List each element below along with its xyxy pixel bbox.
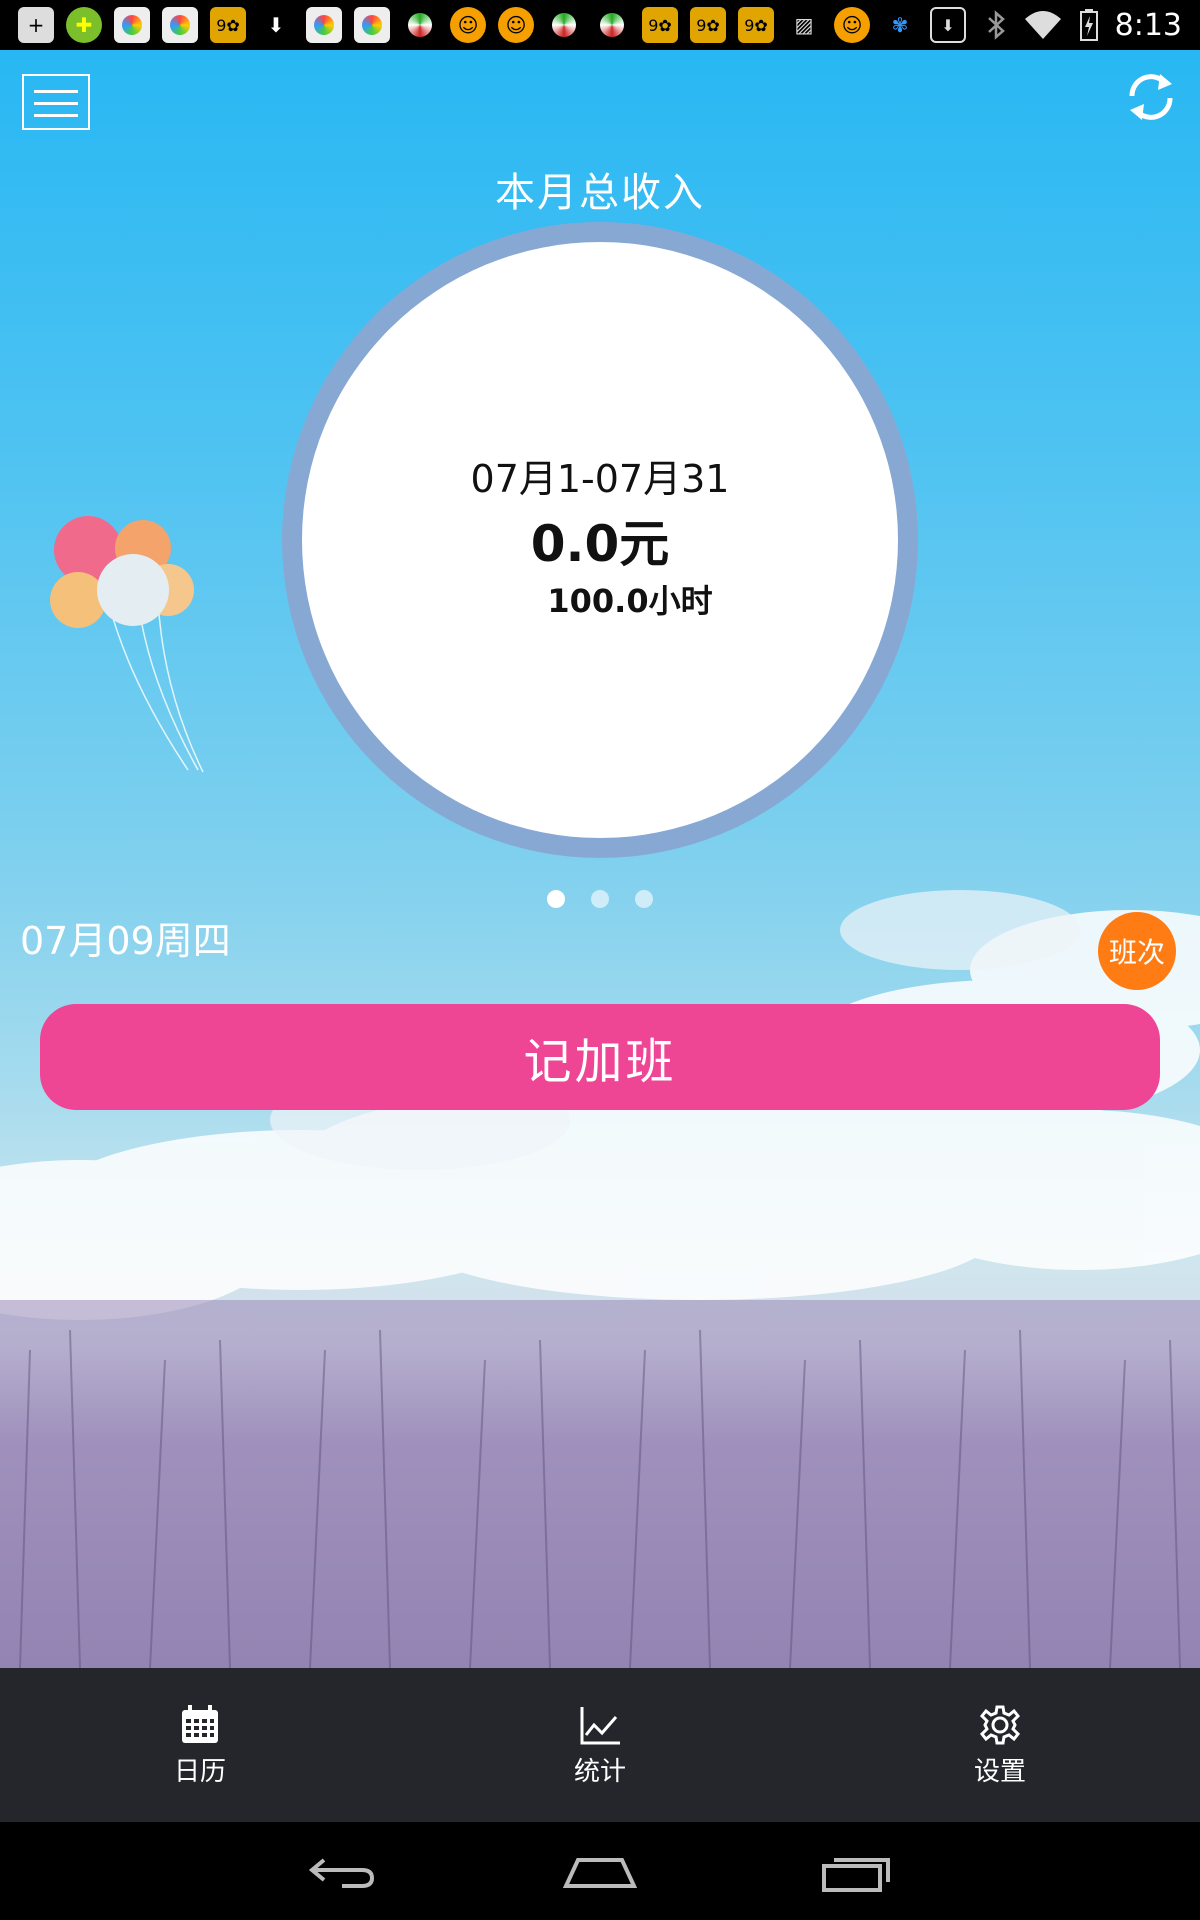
app-icon: ☺ [450,7,486,43]
app-icon: ☺ [834,7,870,43]
app-icon: 9✿ [738,7,774,43]
record-overtime-button[interactable]: 记加班 [40,1004,1160,1110]
app-icon: 9✿ [690,7,726,43]
home-icon[interactable] [560,1846,640,1896]
app-icon: 9✿ [642,7,678,43]
page-dot-1[interactable] [547,890,565,908]
bottom-tab-bar: 日历 统计 设置 [0,1668,1200,1822]
app-icon [546,7,582,43]
monthly-income-title: 本月总收入 [495,170,705,216]
page-dot-2[interactable] [591,890,609,908]
clock: 8:13 [1114,7,1182,43]
tab-settings[interactable]: 设置 [800,1668,1200,1822]
download-icon: ⬇ [267,13,285,37]
date-range: 07月1-07月31 [470,457,730,501]
app-icon [306,7,342,43]
page-dot-3[interactable] [635,890,653,908]
income-summary-card: 07月1-07月31 0.0元 100.0小时 [302,242,898,838]
app-icon [354,7,390,43]
income-summary-ring[interactable]: 07月1-07月31 0.0元 100.0小时 [282,222,918,858]
menu-button[interactable] [22,74,90,130]
app-icon: ✾ [891,13,909,37]
app-icon [402,7,438,43]
total-hours: 100.0小时 [547,582,713,620]
tab-statistics[interactable]: 统计 [400,1668,800,1822]
balloons-decoration [50,516,204,773]
download-box-icon: ⬇ [930,7,966,43]
page-indicator [0,890,1200,908]
gear-icon [979,1705,1021,1744]
notification-icons: + ✚ 9✿ ⬇ ☺ ☺ 9✿ 9✿ 9✿ ▨ ☺ ✾ ⬇ [18,7,966,43]
app-main: 本月总收入 07月1-07月31 0.0元 100.0小时 07月09周四 班次… [0,50,1200,1668]
calendar-icon [182,1704,218,1743]
recent-apps-icon[interactable] [818,1846,898,1896]
income-amount: 0.0元 [530,515,670,573]
tab-calendar[interactable]: 日历 [0,1668,400,1822]
tab-calendar-label: 日历 [173,1756,226,1787]
system-nav-bar [0,1822,1200,1920]
app-icon: ☺ [498,7,534,43]
bluetooth-icon [987,10,1005,40]
app-icon [114,7,150,43]
app-icon: 9✿ [210,7,246,43]
battery-icon [1079,9,1098,41]
status-bar: + ✚ 9✿ ⬇ ☺ ☺ 9✿ 9✿ 9✿ ▨ ☺ ✾ ⬇ 8:13 [0,0,1200,50]
app-icon [162,7,198,43]
add-icon: + [18,7,54,43]
tab-statistics-label: 统计 [573,1756,626,1787]
shift-button[interactable]: 班次 [1098,912,1176,990]
chart-icon [580,1706,620,1744]
app-icon [594,7,630,43]
back-icon[interactable] [302,1846,382,1896]
tab-settings-label: 设置 [973,1756,1026,1787]
today-date: 07月09周四 [20,919,231,963]
wifi-icon [1024,11,1061,39]
image-icon: ▨ [794,13,814,37]
hamburger-menu-icon [34,90,78,93]
refresh-icon[interactable] [1120,66,1182,128]
game-icon: ✚ [66,7,102,43]
